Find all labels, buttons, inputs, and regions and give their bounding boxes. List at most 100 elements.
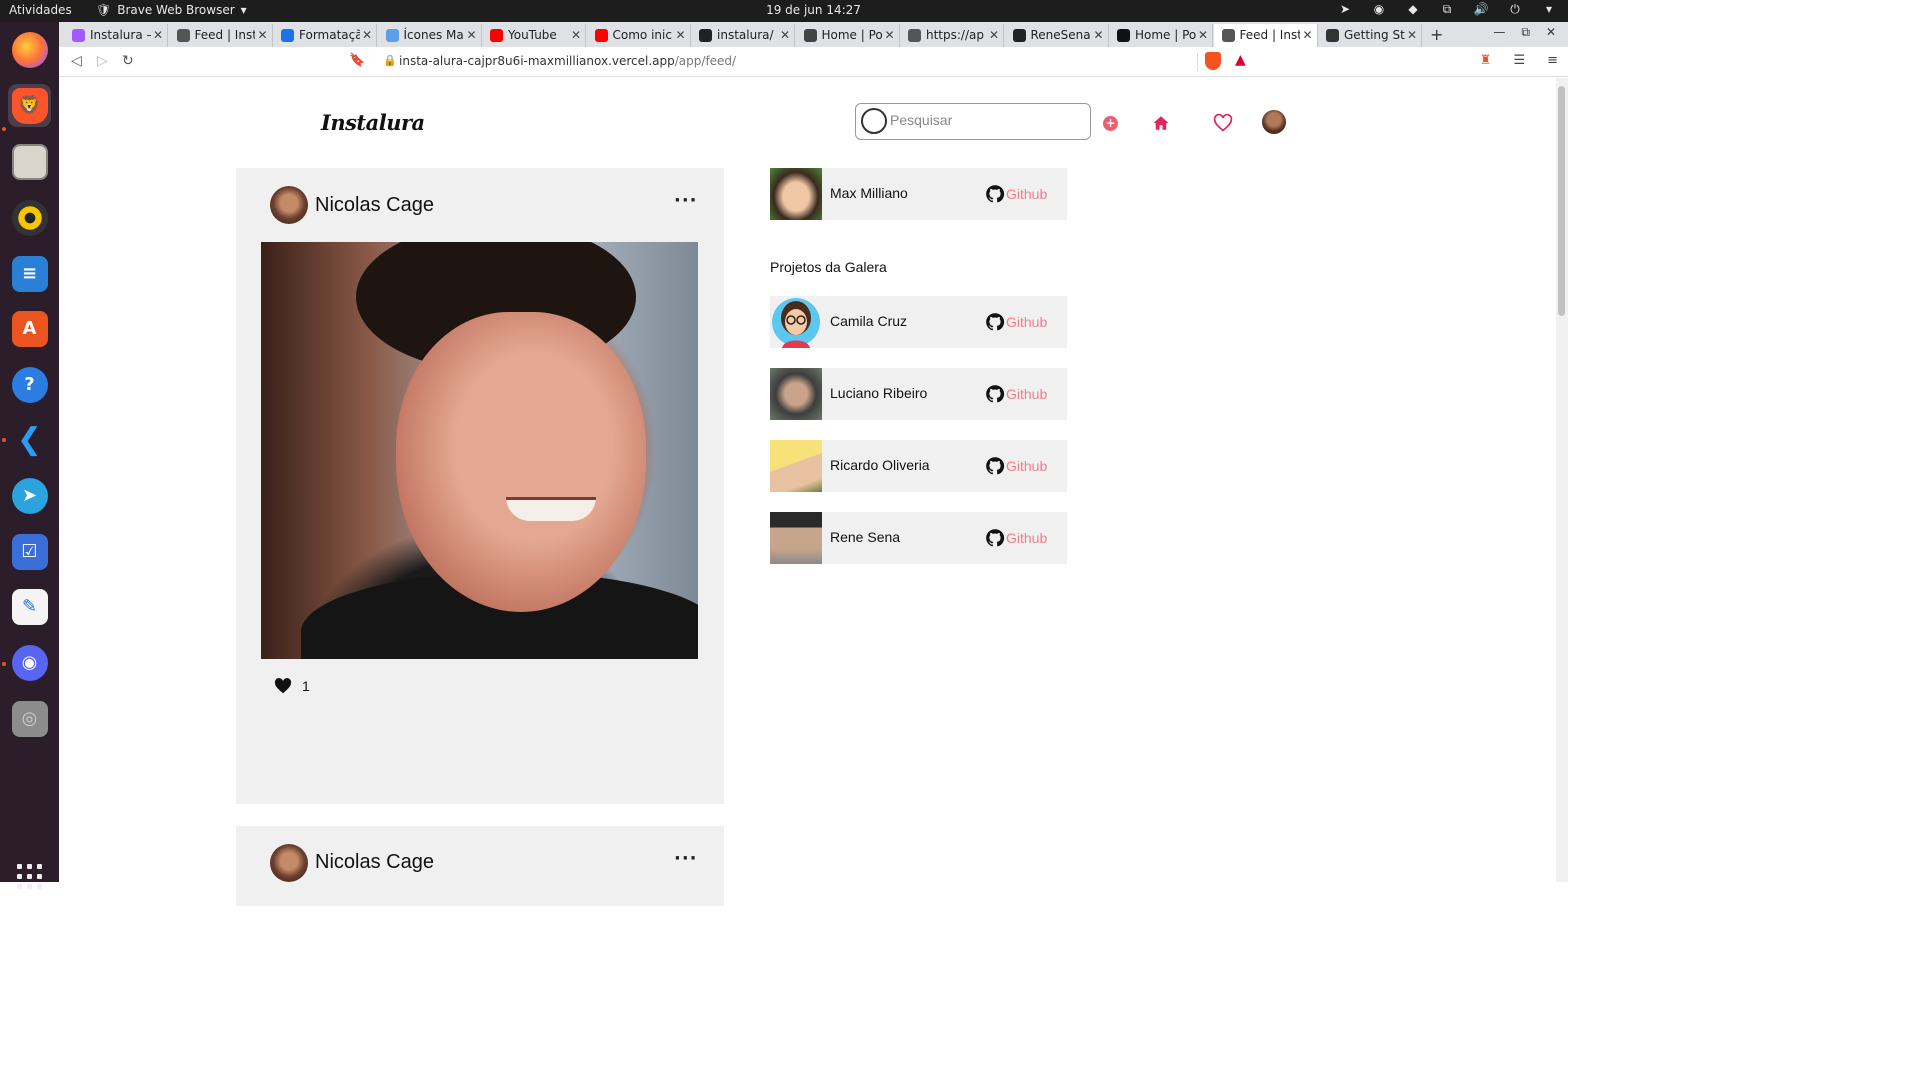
dock-brave[interactable]: 🦁 xyxy=(8,84,51,127)
volume-icon[interactable]: 🔊 xyxy=(1472,2,1490,17)
address-bar: ◁ ▷ ↻ 🔖 🔒 insta-alura-cajpr8u6i-maxmilli… xyxy=(59,47,1568,77)
profile-avatar[interactable] xyxy=(1262,110,1286,134)
dock-discord[interactable]: ◉ xyxy=(8,641,51,684)
tab-close-icon[interactable]: ✕ xyxy=(1195,28,1208,42)
post-author-avatar[interactable] xyxy=(270,844,308,882)
github-link[interactable]: Github xyxy=(985,528,1047,548)
heart-outline-icon[interactable] xyxy=(1213,113,1233,133)
browser-tab[interactable]: Formataçã ✕ xyxy=(273,24,377,47)
project-avatar[interactable] xyxy=(770,512,822,564)
tab-close-icon[interactable]: ✕ xyxy=(777,28,790,42)
current-user-avatar[interactable] xyxy=(770,168,822,220)
browser-tab[interactable]: https://ap ✕ xyxy=(900,24,1004,47)
project-author-name[interactable]: Luciano Ribeiro xyxy=(830,385,927,401)
power-icon[interactable]: ⏻ xyxy=(1506,2,1524,17)
network-icon[interactable]: ⧉ xyxy=(1438,2,1456,17)
add-post-button[interactable]: + xyxy=(1103,116,1118,131)
github-link[interactable]: Github xyxy=(985,384,1047,404)
post-options-button[interactable]: ··· xyxy=(674,190,698,211)
post-author-avatar[interactable] xyxy=(270,186,308,224)
search-input[interactable] xyxy=(890,112,1080,128)
project-author-name[interactable]: Rene Sena xyxy=(830,529,900,545)
tab-close-icon[interactable]: ✕ xyxy=(882,28,895,42)
tab-close-icon[interactable]: ✕ xyxy=(1404,28,1417,42)
browser-tab[interactable]: ReneSena ✕ xyxy=(1005,24,1109,47)
current-user-name[interactable]: Max Milliano xyxy=(830,185,908,201)
restore-icon[interactable]: ⧉ xyxy=(1521,25,1530,40)
brave-rewards-icon[interactable]: ▲ xyxy=(1235,52,1246,68)
forward-icon[interactable]: ▷ xyxy=(97,53,108,69)
dock-vscode[interactable]: ❮ xyxy=(8,418,51,461)
tab-close-icon[interactable]: ✕ xyxy=(986,28,999,42)
tab-close-icon[interactable]: ✕ xyxy=(255,28,268,42)
minimize-icon[interactable]: — xyxy=(1493,25,1505,40)
url-field[interactable]: insta-alura-cajpr8u6i-maxmillianox.verce… xyxy=(399,54,736,68)
heart-filled-icon[interactable] xyxy=(274,678,292,694)
post-image[interactable] xyxy=(261,242,698,659)
project-avatar[interactable] xyxy=(770,368,822,420)
show-apps-grid-icon[interactable] xyxy=(17,864,42,889)
browser-tab[interactable]: Como inici ✕ xyxy=(587,24,691,47)
dock-help[interactable]: ? xyxy=(8,363,51,406)
github-link[interactable]: Github xyxy=(985,312,1047,332)
browser-tab[interactable]: Feed | Inst ✕ xyxy=(169,24,273,47)
post-options-button[interactable]: ··· xyxy=(674,848,698,869)
discord-tray-icon[interactable]: ◉ xyxy=(1370,2,1388,17)
chevron-down-icon[interactable]: ▾ xyxy=(1540,2,1558,17)
project-author-name[interactable]: Camila Cruz xyxy=(830,313,907,329)
extension-icon[interactable]: ♜ xyxy=(1480,53,1492,68)
project-avatar[interactable] xyxy=(770,296,822,348)
close-icon[interactable]: ✕ xyxy=(1546,25,1556,40)
dock-rhythmbox[interactable] xyxy=(8,196,51,239)
section-title: Projetos da Galera xyxy=(770,259,887,275)
tab-close-icon[interactable]: ✕ xyxy=(1091,28,1104,42)
tab-label: ReneSena xyxy=(1030,28,1091,42)
telegram-tray-icon[interactable]: ➤ xyxy=(1336,2,1354,17)
menu-icon[interactable]: ≡ xyxy=(1547,53,1558,68)
browser-tab[interactable]: YouTube ✕ xyxy=(482,24,586,47)
tab-close-icon[interactable]: ✕ xyxy=(150,28,163,42)
post-author-name[interactable]: Nicolas Cage xyxy=(315,851,434,874)
dock-text-editor[interactable]: ✎ xyxy=(8,585,51,628)
search-box[interactable] xyxy=(855,103,1091,140)
playlist-icon[interactable]: ☰ xyxy=(1513,53,1525,68)
bookmark-icon[interactable]: 🔖 xyxy=(349,53,365,68)
scrollbar-thumb[interactable] xyxy=(1558,86,1565,316)
dock-telegram[interactable]: ➤ xyxy=(8,474,51,517)
reload-icon[interactable]: ↻ xyxy=(122,53,134,69)
browser-tab[interactable]: Feed | Inst ✕ xyxy=(1213,24,1318,47)
dock-files[interactable] xyxy=(8,140,51,183)
github-link[interactable]: Github xyxy=(985,456,1047,476)
github-link[interactable]: Github xyxy=(985,184,1047,204)
dock-software[interactable]: A xyxy=(8,307,51,350)
project-avatar[interactable] xyxy=(770,440,822,492)
new-tab-button[interactable]: + xyxy=(1430,25,1443,44)
instalura-logo[interactable]: Instalura xyxy=(321,110,425,135)
tab-close-icon[interactable]: ✕ xyxy=(673,28,686,42)
tab-close-icon[interactable]: ✕ xyxy=(1300,28,1313,42)
browser-tab[interactable]: Instalura – ✕ xyxy=(64,24,168,47)
dock-firefox[interactable] xyxy=(8,28,51,71)
tab-close-icon[interactable]: ✕ xyxy=(464,28,477,42)
post-author-name[interactable]: Nicolas Cage xyxy=(315,194,434,217)
browser-tab[interactable]: Home | Po ✕ xyxy=(1109,24,1213,47)
brave-shields-icon[interactable] xyxy=(1205,52,1221,70)
tab-favicon-icon xyxy=(281,29,294,42)
page-scrollbar[interactable] xyxy=(1556,78,1568,882)
lock-icon[interactable]: 🔒 xyxy=(383,54,397,67)
project-author-name[interactable]: Ricardo Oliveria xyxy=(830,457,930,473)
browser-tab[interactable]: Getting St ✕ xyxy=(1318,24,1422,47)
dock-disk[interactable]: ◎ xyxy=(8,697,51,740)
browser-tab[interactable]: instalura/✕ xyxy=(691,24,795,47)
tasks-icon: ☑ xyxy=(11,533,48,570)
dock-writer[interactable]: ≡ xyxy=(8,252,51,295)
dock-tasks[interactable]: ☑ xyxy=(8,530,51,573)
browser-tab[interactable]: Home | Po ✕ xyxy=(796,24,900,47)
tab-close-icon[interactable]: ✕ xyxy=(359,28,372,42)
back-icon[interactable]: ◁ xyxy=(71,53,82,69)
tab-close-icon[interactable]: ✕ xyxy=(568,28,581,42)
home-icon[interactable] xyxy=(1152,114,1170,132)
current-user-card: Max Milliano Github xyxy=(770,168,1067,220)
dropbox-tray-icon[interactable]: ◆ xyxy=(1404,2,1422,17)
browser-tab[interactable]: Ícones Ma ✕ xyxy=(378,24,482,47)
